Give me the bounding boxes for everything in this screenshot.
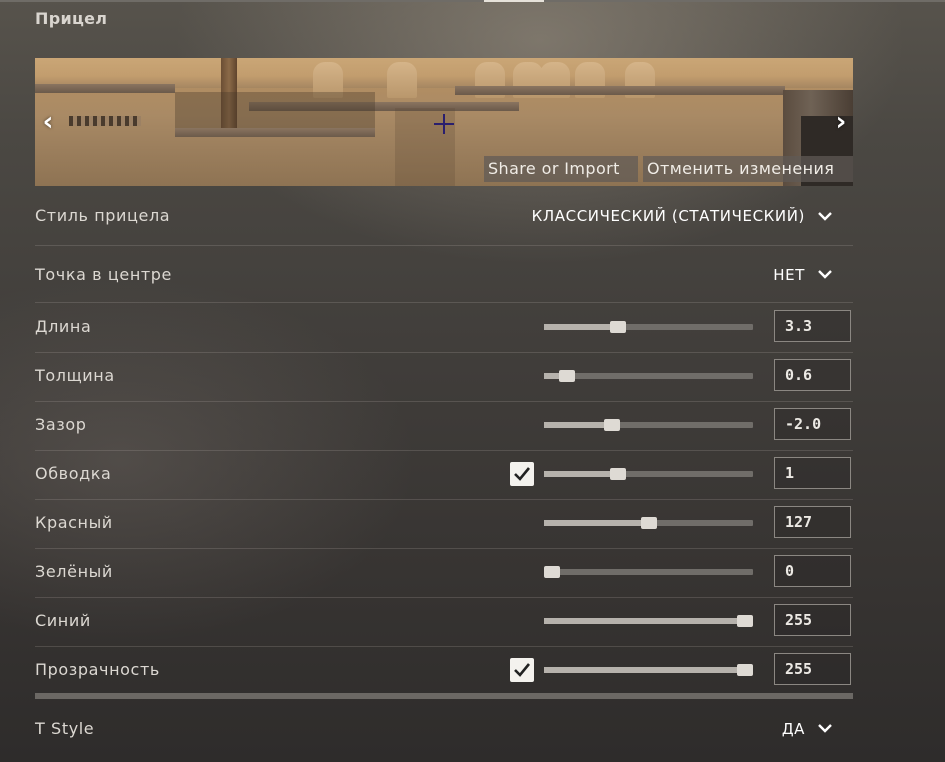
setting-row-style: Стиль прицела КЛАССИЧЕСКИЙ (СТАТИЧЕСКИЙ) (35, 196, 853, 246)
setting-row-center-dot: Точка в центре НЕТ (35, 246, 853, 303)
value-input[interactable]: 255 (774, 604, 851, 636)
slider-thumb[interactable] (604, 419, 620, 431)
checkmark-icon (514, 663, 531, 677)
slider-fill (544, 520, 649, 526)
value-slider[interactable] (544, 468, 753, 480)
setting-label: Обводка (35, 464, 112, 483)
t-style-dropdown[interactable]: ДА (782, 720, 805, 738)
value-slider[interactable] (544, 566, 753, 578)
setting-row: Обводка 1 (35, 450, 853, 500)
slider-thumb[interactable] (610, 321, 626, 333)
slider-thumb[interactable] (610, 468, 626, 480)
chevron-down-icon[interactable] (817, 266, 833, 282)
slider-fill (544, 618, 745, 624)
setting-row: Красный 127 (35, 499, 853, 549)
crosshair-preview: ‹ › Share or Import Отменить изменения (35, 58, 853, 186)
top-border (0, 0, 945, 2)
chevron-down-icon[interactable] (817, 720, 833, 736)
setting-label: Зазор (35, 415, 87, 434)
value-slider[interactable] (544, 321, 753, 333)
value-slider[interactable] (544, 419, 753, 431)
setting-row: Прозрачность 255 (35, 646, 853, 695)
value-slider[interactable] (544, 370, 753, 382)
value-slider[interactable] (544, 615, 753, 627)
value-input[interactable]: 127 (774, 506, 851, 538)
horizontal-scrollbar[interactable] (35, 693, 853, 699)
value-input[interactable]: 1 (774, 457, 851, 489)
active-tab-indicator (484, 0, 544, 2)
value-input[interactable]: 255 (774, 653, 851, 685)
value-slider[interactable] (544, 664, 753, 676)
slider-thumb[interactable] (737, 664, 753, 676)
section-title: Прицел (35, 9, 108, 28)
setting-row: Длина 3.3 (35, 303, 853, 353)
chevron-left-icon[interactable]: ‹ (37, 109, 59, 135)
slider-fill (544, 471, 618, 477)
setting-row: Зелёный 0 (35, 548, 853, 598)
style-dropdown[interactable]: КЛАССИЧЕСКИЙ (СТАТИЧЕСКИЙ) (532, 207, 805, 225)
checkmark-icon (514, 467, 531, 481)
setting-row: Синий 255 (35, 597, 853, 647)
slider-thumb[interactable] (737, 615, 753, 627)
chevron-right-icon[interactable]: › (830, 109, 852, 135)
setting-label: Прозрачность (35, 660, 160, 679)
slider-thumb[interactable] (559, 370, 575, 382)
enable-checkbox[interactable] (510, 462, 534, 486)
enable-checkbox[interactable] (510, 658, 534, 682)
setting-label: Стиль прицела (35, 206, 171, 225)
center-dot-dropdown[interactable]: НЕТ (773, 266, 805, 284)
setting-row: Зазор -2.0 (35, 401, 853, 451)
slider-fill (544, 324, 618, 330)
setting-label: Синий (35, 611, 91, 630)
setting-row-t-style: T Style ДА (35, 705, 853, 753)
value-input[interactable]: 0.6 (774, 359, 851, 391)
setting-label: Красный (35, 513, 113, 532)
value-slider[interactable] (544, 517, 753, 529)
setting-label: Длина (35, 317, 92, 336)
slider-fill (544, 422, 612, 428)
setting-label: Точка в центре (35, 265, 173, 284)
slider-thumb[interactable] (544, 566, 560, 578)
setting-row: Толщина 0.6 (35, 352, 853, 402)
setting-label: Толщина (35, 366, 115, 385)
share-or-import-button[interactable]: Share or Import (484, 156, 638, 182)
slider-fill (544, 667, 745, 673)
slider-thumb[interactable] (641, 517, 657, 529)
value-input[interactable]: -2.0 (774, 408, 851, 440)
value-input[interactable]: 3.3 (774, 310, 851, 342)
setting-label: Зелёный (35, 562, 113, 581)
value-input[interactable]: 0 (774, 555, 851, 587)
setting-label: T Style (35, 719, 95, 738)
chevron-down-icon[interactable] (817, 208, 833, 224)
revert-changes-button[interactable]: Отменить изменения (643, 156, 853, 182)
